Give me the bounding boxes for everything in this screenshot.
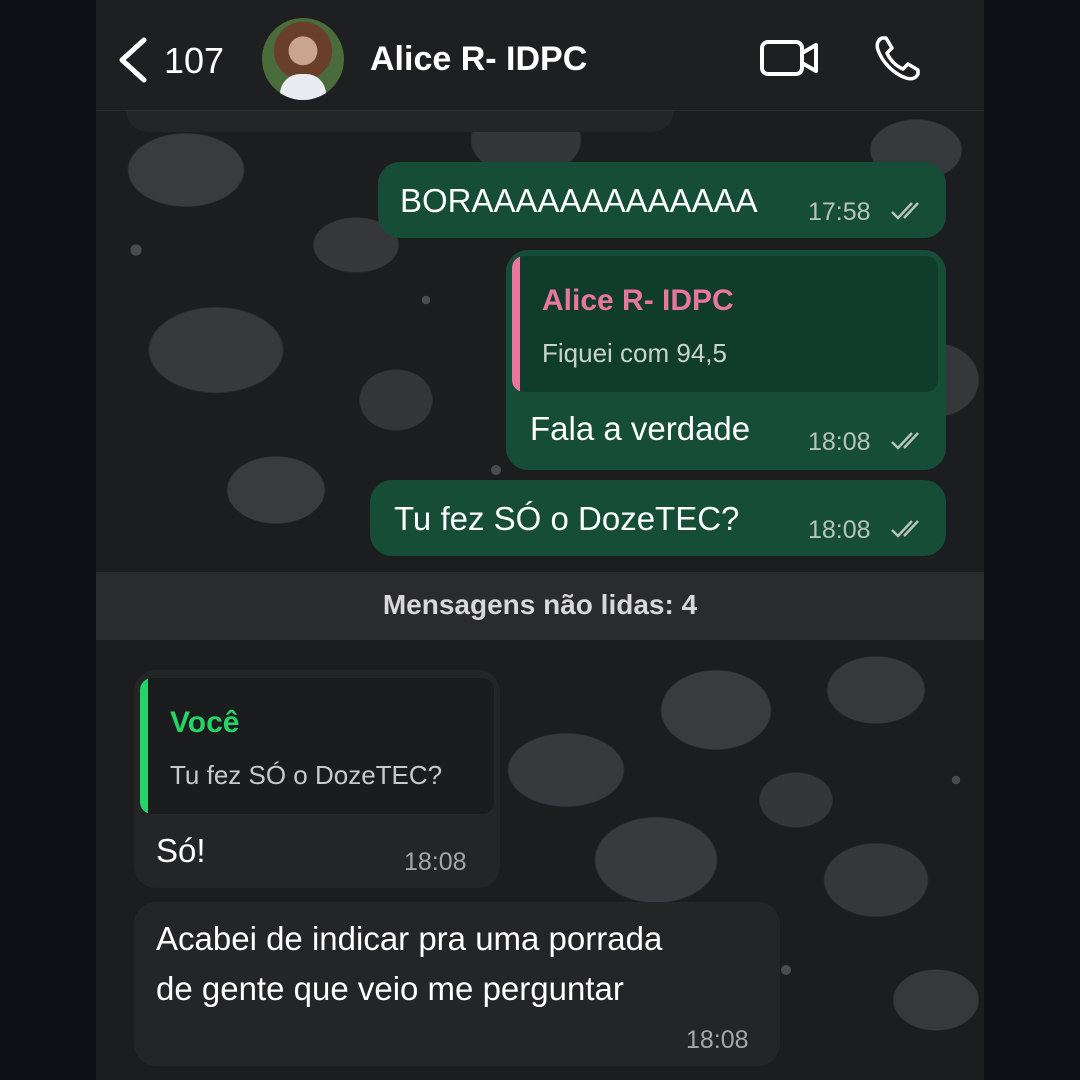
double-check-icon (891, 202, 919, 220)
quote-text: Fiquei com 94,5 (542, 338, 727, 368)
chevron-left-icon[interactable] (114, 36, 154, 84)
contact-name[interactable]: Alice R- IDPC (370, 40, 587, 79)
incoming-message[interactable]: Acabei de indicar pra uma porrada de gen… (134, 902, 780, 1066)
message-time: 18:08 (686, 1026, 749, 1054)
message-text: BORAAAAAAAAAAAAA (400, 182, 758, 219)
outgoing-message[interactable]: BORAAAAAAAAAAAAA 17:58 (378, 162, 946, 238)
message-text: Fala a verdade (530, 410, 751, 447)
quote-text: Tu fez SÓ o DozeTEC? (170, 760, 443, 790)
outgoing-message[interactable]: Alice R- IDPC Fiquei com 94,5 Fala a ver… (506, 250, 946, 470)
video-call-icon[interactable] (760, 38, 820, 78)
quoted-message[interactable]: Você Tu fez SÓ o DozeTEC? (140, 678, 494, 814)
message-time: 18:08 (808, 516, 871, 544)
quoted-message[interactable]: Alice R- IDPC Fiquei com 94,5 (512, 256, 938, 392)
incoming-message[interactable]: Você Tu fez SÓ o DozeTEC? Só! 18:08 (134, 670, 500, 888)
message-text-line-2: de gente que veio me perguntar (156, 970, 624, 1007)
message-text: Tu fez SÓ o DozeTEC? (394, 500, 740, 537)
double-check-icon (891, 520, 919, 538)
chat-header: 107 Alice R- IDPC (96, 0, 984, 111)
message-text-line-1: Acabei de indicar pra uma porrada (156, 920, 663, 957)
message-text: Só! (156, 832, 206, 869)
quote-author: Você (170, 706, 240, 739)
chat-screen: 107 Alice R- IDPC BORAAAAAAAAAAAAA 17:58… (96, 0, 984, 1080)
message-time: 18:08 (808, 428, 871, 456)
quote-author: Alice R- IDPC (542, 284, 734, 317)
message-time: 17:58 (808, 198, 871, 226)
double-check-icon (891, 432, 919, 450)
message-time: 18:08 (404, 848, 467, 876)
back-unread-count[interactable]: 107 (164, 40, 224, 82)
avatar[interactable] (262, 18, 344, 100)
phone-call-icon[interactable] (872, 34, 922, 84)
unread-messages-banner: Mensagens não lidas: 4 (96, 572, 984, 640)
outgoing-message[interactable]: Tu fez SÓ o DozeTEC? 18:08 (370, 480, 946, 556)
